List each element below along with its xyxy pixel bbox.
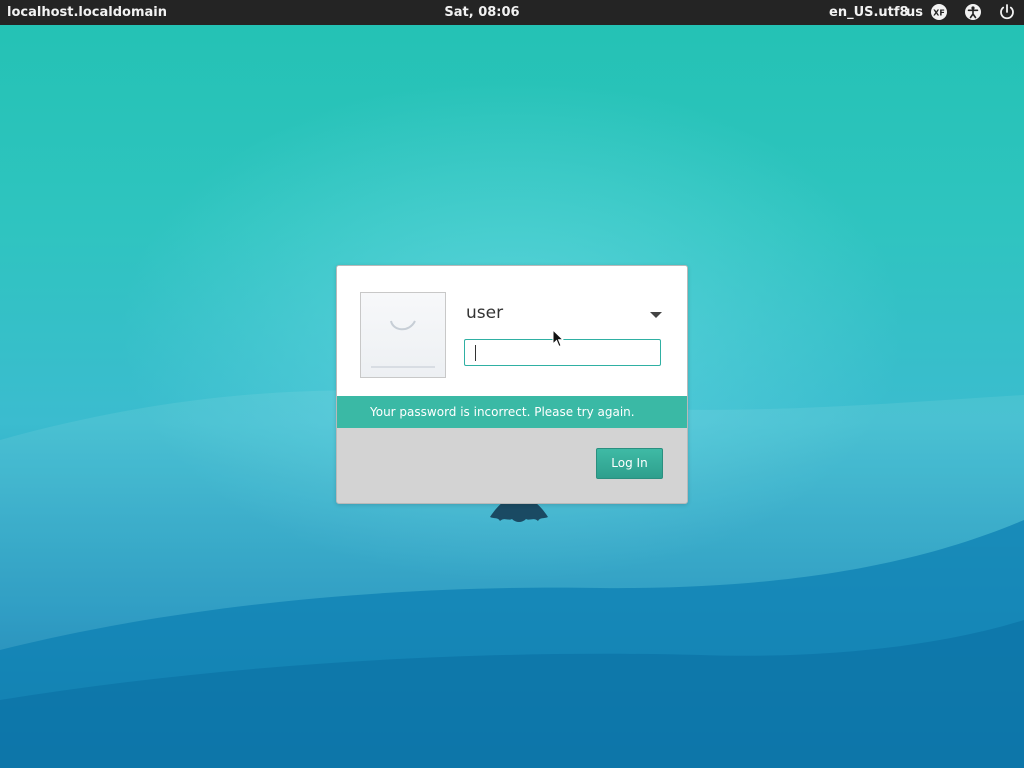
login-dialog-header: user	[337, 266, 687, 396]
mouse-pointer-icon	[552, 329, 564, 348]
chevron-down-icon[interactable]	[649, 310, 663, 320]
error-message: Your password is incorrect. Please try a…	[370, 405, 635, 419]
accessibility-icon[interactable]	[964, 3, 982, 21]
locale-indicator[interactable]: en_US.utf8	[829, 5, 909, 20]
error-message-bar: Your password is incorrect. Please try a…	[337, 396, 687, 428]
clock-label[interactable]: Sat, 08:06	[0, 5, 964, 20]
user-avatar	[360, 292, 446, 378]
power-icon[interactable]	[998, 3, 1016, 21]
top-panel: localhost.localdomain Sat, 08:06 en_US.u…	[0, 0, 1024, 25]
avatar-placeholder-icon	[371, 320, 435, 368]
username-label[interactable]: user	[466, 303, 503, 323]
login-dialog: user Your password is incorrect. Please …	[336, 265, 688, 504]
svg-text:XF: XF	[933, 9, 945, 18]
login-button[interactable]: Log In	[596, 448, 663, 479]
xf-icon[interactable]: XF	[930, 3, 948, 21]
keyboard-layout-indicator[interactable]: us	[906, 5, 923, 20]
text-caret	[475, 345, 476, 361]
